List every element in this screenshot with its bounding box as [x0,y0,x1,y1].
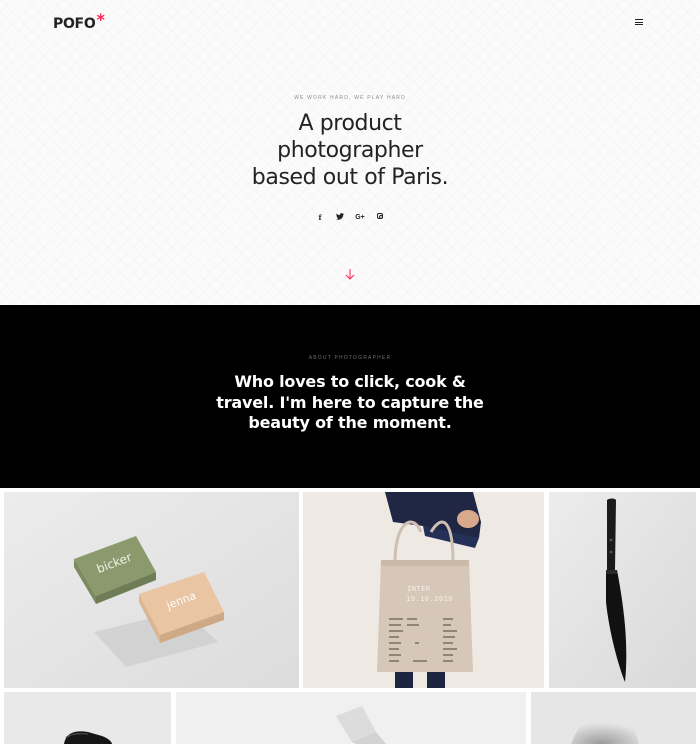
bag-title: INTER [407,585,431,593]
portfolio-item-product-3[interactable] [531,692,696,744]
about-statement: Who loves to click, cook & travel. I'm h… [210,372,490,434]
menu-button[interactable] [633,16,645,28]
arrow-down-icon[interactable] [343,267,357,281]
logo-star-mark: * [96,10,105,29]
logo[interactable]: POFO* [53,10,105,32]
knife-image [549,492,696,688]
product-2-image [176,692,526,744]
about-line: beauty of the moment. [248,413,452,432]
logo-text: POFO [53,16,96,32]
portfolio-item-knife[interactable] [549,492,696,688]
about-line: travel. I'm here to capture the [216,392,484,412]
headline-line: based out of Paris. [251,165,449,190]
facebook-icon[interactable]: f [314,213,326,222]
social-links: f G+ [314,211,386,223]
about-tag: ABOUT PHOTOGRAPHER [308,355,392,361]
product-1-image [4,692,171,744]
google-plus-icon[interactable]: G+ [354,214,366,221]
twitter-icon[interactable] [334,212,346,222]
bag-date: 19.10.2016 [406,595,454,603]
about-line: Who loves to click, cook & [234,372,466,391]
product-3-image [531,692,696,744]
portfolio-item-product-2[interactable] [176,692,526,744]
hero-tagline: WE WORK HARD, WE PLAY HARD [294,95,406,101]
portfolio-item-tote-bag[interactable]: INTER 19.10.2016 [303,492,544,688]
hamburger-icon [633,16,645,26]
headline-line: photographer [277,138,423,163]
business-cards-image [4,492,299,688]
hero-headline: A product photographer based out of Pari… [200,110,500,191]
portfolio-item-product-1[interactable] [4,692,171,744]
headline-line: A product [298,111,402,136]
portfolio-item-business-cards[interactable]: bicker jenna [4,492,299,688]
instagram-icon[interactable] [374,213,386,221]
